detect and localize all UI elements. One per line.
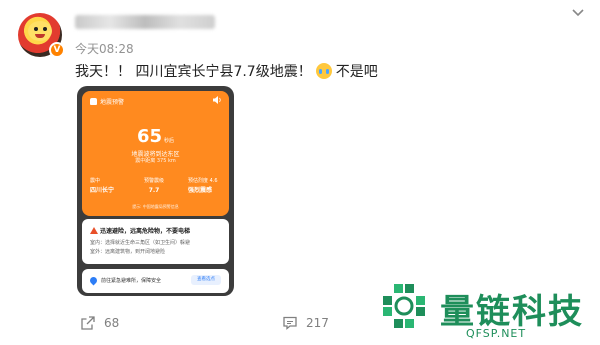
alert-bell-icon <box>90 98 97 105</box>
intensity-label: 预估烈度 4.6 <box>188 178 218 184</box>
alert-header: 地震预警 <box>90 97 124 106</box>
intensity-info: 预估烈度 4.6 强烈震感 <box>188 177 218 195</box>
warning-icon <box>90 227 98 234</box>
post-text-main: 我天！！ 四川宜宾长宁县7.7级地震！ <box>75 64 312 80</box>
view-shelter-button: 查看选点 <box>191 275 221 285</box>
avatar-eye <box>43 27 47 31</box>
watermark-url: QFSP.NET <box>466 327 527 340</box>
share-count: 68 <box>104 316 120 330</box>
shelter-card: 前往紧急避难所，保障安全 查看选点 <box>82 269 229 293</box>
crying-face-emoji-icon <box>315 63 332 79</box>
intensity-value: 强烈震感 <box>188 187 213 194</box>
share-button[interactable]: 68 <box>80 315 119 331</box>
advice-line-outdoor: 室外：远离建筑物，到开阔地避险 <box>90 249 166 255</box>
countdown-unit: 秒后 <box>164 138 175 144</box>
alert-distance: 震中距离 375 km <box>135 158 176 164</box>
speaker-icon <box>213 96 221 104</box>
advice-line-indoor: 室内：选择就近生命三角区（如卫生间）躲避 <box>90 240 191 246</box>
magnitude-value: 7.7 <box>148 187 160 194</box>
alert-footer-note: 提示: 中国地震局预警信息 <box>132 204 179 209</box>
magnitude-info: 预警震级 7.7 <box>144 177 164 195</box>
countdown-value: 65 <box>136 126 163 147</box>
avatar-face <box>28 21 52 41</box>
avatar-eye <box>34 27 38 31</box>
watermark-name: 量链科技 <box>440 292 584 332</box>
username-blurred[interactable] <box>75 15 215 29</box>
watermark-logo-icon <box>383 284 425 328</box>
post-image-earthquake-alert[interactable]: 地震预警 65 秒后 地震波将到达东区 震中距离 375 km 震中 四川长宁 预… <box>77 86 234 296</box>
location-pin-icon <box>88 275 99 286</box>
chevron-down-icon[interactable] <box>570 5 586 21</box>
magnitude-label: 预警震级 <box>144 178 165 184</box>
countdown: 65 秒后 <box>82 126 229 147</box>
earthquake-alert-card: 地震预警 65 秒后 地震波将到达东区 震中距离 375 km 震中 四川长宁 预… <box>82 91 229 216</box>
safety-advice-card: 迅速避险，远离危险物，不要电梯 室内：选择就近生命三角区（如卫生间）躲避 室外：… <box>82 219 229 264</box>
post-timestamp[interactable]: 今天08:28 <box>75 40 134 57</box>
comment-button[interactable]: 217 <box>282 315 329 331</box>
comment-icon <box>283 316 297 330</box>
epicenter-label: 震中 <box>90 178 101 184</box>
share-icon <box>81 316 95 330</box>
comment-count: 217 <box>306 316 329 330</box>
post-text: 我天！！ 四川宜宾长宁县7.7级地震！ 不是吧 <box>75 61 378 81</box>
epicenter-value: 四川长宁 <box>90 187 115 194</box>
alert-header-label: 地震预警 <box>100 99 125 106</box>
epicenter-info: 震中 四川长宁 <box>90 177 114 195</box>
advice-heading: 迅速避险，远离危险物，不要电梯 <box>100 228 191 235</box>
post-text-tail: 不是吧 <box>335 64 378 80</box>
shelter-text: 前往紧急避难所，保障安全 <box>101 278 162 284</box>
verified-badge-icon: V <box>49 42 65 58</box>
